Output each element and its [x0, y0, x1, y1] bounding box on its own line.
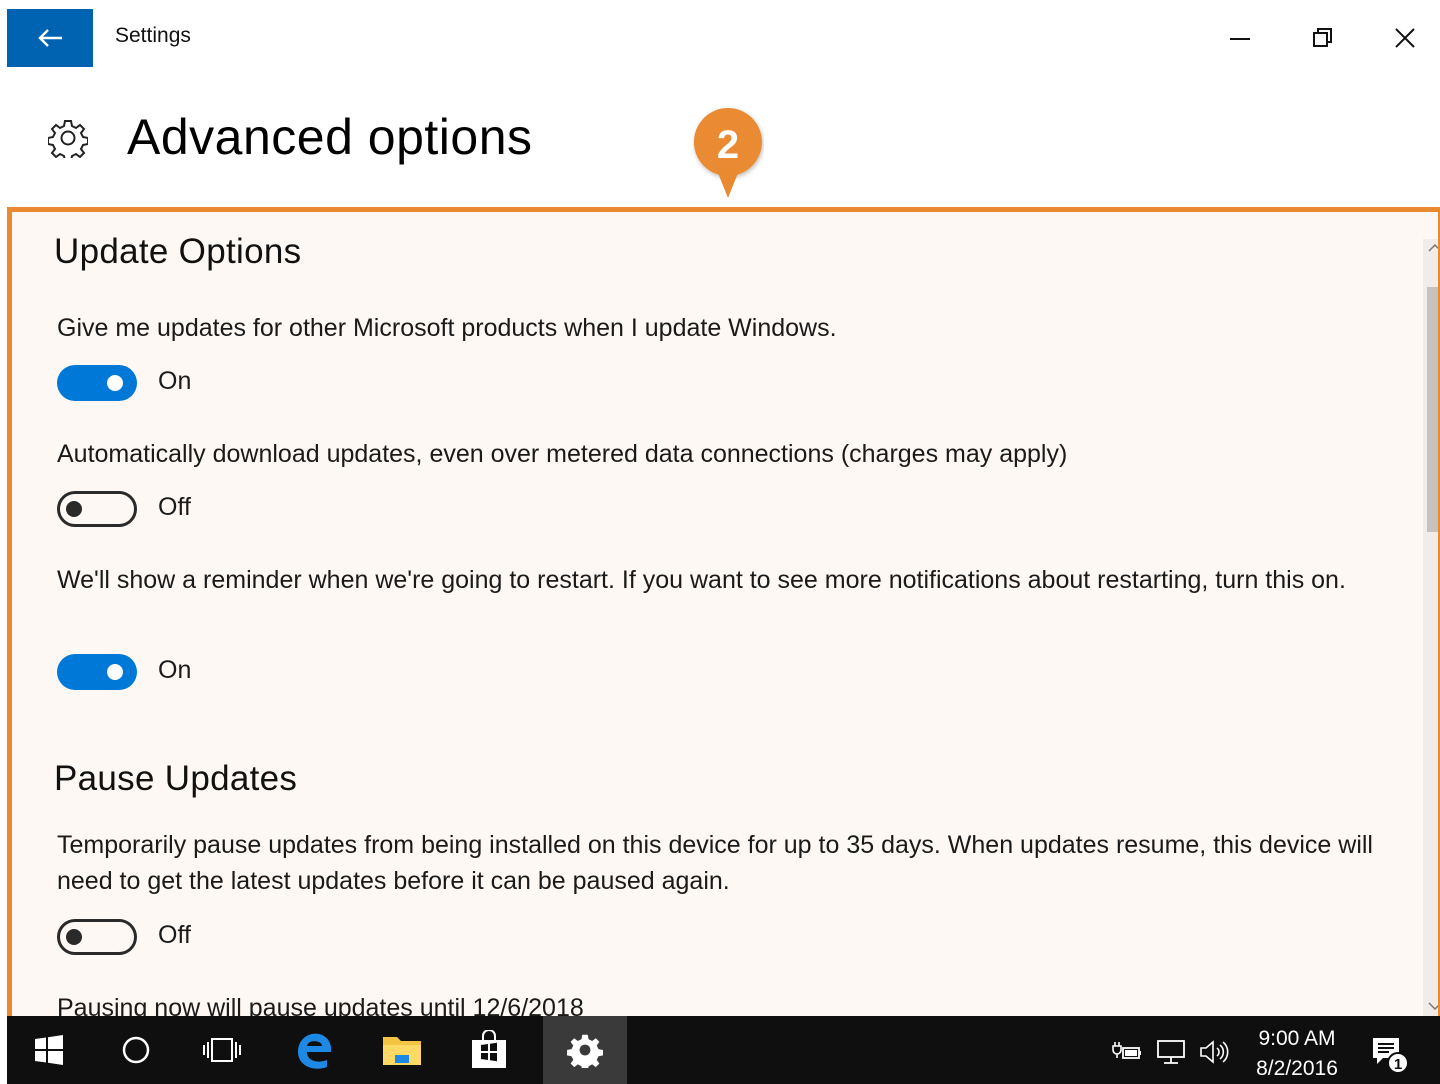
options-panel: Update Options Give me updates for other…: [7, 207, 1440, 1021]
start-button[interactable]: [7, 1016, 91, 1084]
minimize-icon: [1230, 38, 1250, 40]
update-options-heading: Update Options: [54, 232, 302, 271]
scroll-thumb[interactable]: [1427, 287, 1438, 532]
restore-button[interactable]: [1303, 20, 1343, 56]
task-view-icon: [203, 1038, 241, 1062]
settings-gear-icon: [567, 1034, 603, 1068]
option-description: Give me updates for other Microsoft prod…: [57, 314, 837, 342]
windows-start-icon: [35, 1035, 63, 1065]
store-button[interactable]: [447, 1016, 531, 1084]
toggle-state-label: Off: [158, 921, 191, 949]
pause-updates-heading: Pause Updates: [54, 759, 298, 798]
settings-button[interactable]: [543, 1016, 627, 1084]
toggle-state-label: On: [158, 656, 192, 684]
title-bar: Settings: [0, 0, 1440, 76]
notification-icon: 1: [1373, 1038, 1409, 1074]
close-button[interactable]: [1385, 20, 1425, 56]
restore-icon: [1313, 28, 1332, 47]
window-title: Settings: [115, 24, 191, 47]
page-title: Advanced options: [127, 109, 533, 165]
microsoft-products-toggle[interactable]: [57, 365, 137, 401]
callout-number: 2: [717, 123, 739, 167]
edge-icon: [298, 1033, 332, 1069]
callout-marker: 2: [693, 108, 762, 198]
network-icon[interactable]: [1154, 1038, 1188, 1066]
file-explorer-button[interactable]: [360, 1016, 444, 1084]
power-plug-icon[interactable]: [1110, 1038, 1144, 1066]
taskbar-clock[interactable]: 9:00 AM 8/2/2016: [1247, 1024, 1347, 1084]
metered-download-toggle[interactable]: [57, 491, 137, 527]
pause-description: Temporarily pause updates from being ins…: [57, 831, 1373, 895]
file-explorer-icon: [383, 1037, 421, 1065]
notification-count: 1: [1394, 1056, 1402, 1073]
action-center-button[interactable]: 1: [1369, 1034, 1409, 1074]
volume-icon[interactable]: [1197, 1038, 1231, 1066]
restart-notifications-toggle[interactable]: [57, 654, 137, 690]
settings-gear-icon: [48, 120, 88, 158]
back-button[interactable]: [7, 9, 93, 67]
edge-button[interactable]: [272, 1016, 356, 1084]
scroll-down-arrow-icon[interactable]: [1426, 999, 1438, 1013]
close-icon: [1395, 28, 1415, 48]
scroll-up-arrow-icon[interactable]: [1426, 241, 1438, 255]
clock-date: 8/2/2016: [1256, 1057, 1338, 1080]
option-description: We'll show a reminder when we're going t…: [57, 566, 1346, 594]
cortana-button[interactable]: [94, 1016, 178, 1084]
back-arrow-icon: [38, 29, 62, 47]
minimize-button[interactable]: [1220, 20, 1260, 56]
cortana-search-icon: [122, 1036, 150, 1064]
store-icon: [472, 1030, 506, 1068]
taskbar: 9:00 AM 8/2/2016 1: [7, 1016, 1440, 1084]
pause-updates-toggle[interactable]: [57, 919, 137, 955]
clock-time: 9:00 AM: [1258, 1027, 1336, 1050]
scrollbar[interactable]: [1423, 239, 1438, 1021]
toggle-state-label: Off: [158, 493, 191, 521]
toggle-state-label: On: [158, 367, 192, 395]
task-view-button[interactable]: [180, 1016, 264, 1084]
option-description: Automatically download updates, even ove…: [57, 440, 1068, 468]
